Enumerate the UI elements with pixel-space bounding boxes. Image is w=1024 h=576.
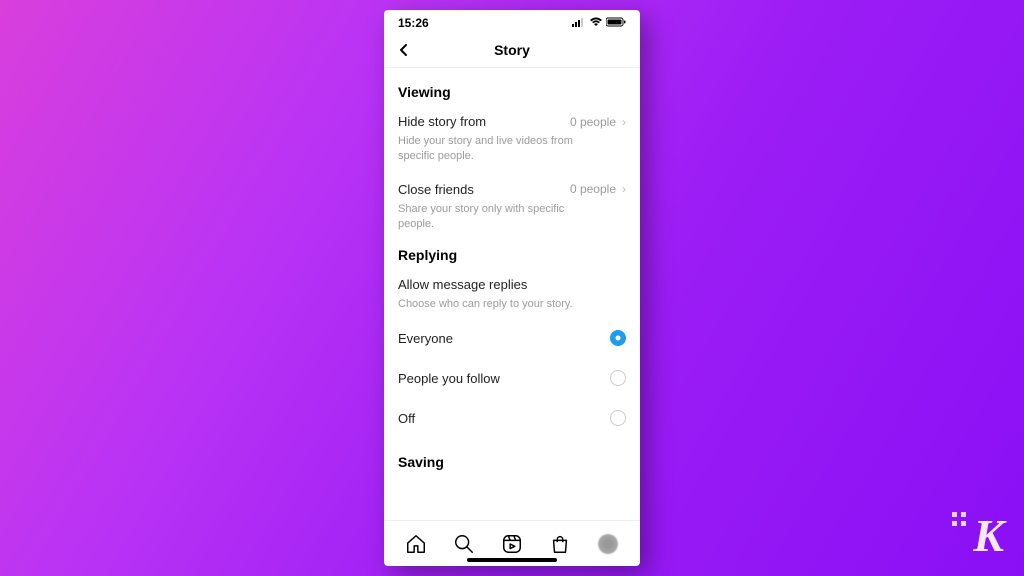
status-bar: 15:26 (384, 10, 640, 32)
radio-unselected-icon (610, 370, 626, 386)
chevron-left-icon (397, 43, 411, 57)
allow-replies-row: Allow message replies (398, 275, 626, 294)
nav-profile[interactable] (596, 532, 620, 556)
nav-home[interactable] (404, 532, 428, 556)
hide-story-row[interactable]: Hide story from 0 people › (398, 112, 626, 131)
radio-selected-icon (610, 330, 626, 346)
reply-everyone-label: Everyone (398, 331, 453, 346)
close-friends-label: Close friends (398, 182, 474, 197)
settings-content: Viewing Hide story from 0 people › Hide … (384, 68, 640, 520)
status-time: 15:26 (398, 16, 429, 30)
page-title: Story (494, 42, 530, 58)
section-saving-title: Saving (398, 454, 626, 470)
chevron-right-icon: › (622, 115, 626, 129)
reply-option-off[interactable]: Off (398, 398, 626, 438)
allow-replies-desc: Choose who can reply to your story. (398, 297, 578, 312)
battery-icon (606, 16, 626, 30)
hide-story-label: Hide story from (398, 114, 486, 129)
chevron-right-icon: › (622, 182, 626, 196)
page-header: Story (384, 32, 640, 68)
cellular-signal-icon (572, 16, 586, 30)
allow-replies-label: Allow message replies (398, 277, 527, 292)
nav-reels[interactable] (500, 532, 524, 556)
reels-icon (501, 533, 523, 555)
back-button[interactable] (392, 38, 416, 62)
phone-frame: 15:26 Story Viewing Hide story from 0 pe… (384, 10, 640, 566)
home-indicator[interactable] (467, 558, 557, 562)
hide-story-value: 0 people › (570, 115, 626, 129)
close-friends-desc: Share your story only with specific peop… (398, 202, 578, 232)
nav-search[interactable] (452, 532, 476, 556)
watermark-logo: K (973, 509, 1004, 562)
wifi-icon (589, 16, 603, 30)
avatar-icon (598, 534, 618, 554)
reply-pyf-label: People you follow (398, 371, 500, 386)
search-icon (453, 533, 475, 555)
reply-option-people-you-follow[interactable]: People you follow (398, 358, 626, 398)
section-viewing-title: Viewing (398, 84, 626, 100)
close-friends-row[interactable]: Close friends 0 people › (398, 180, 626, 199)
home-icon (405, 533, 427, 555)
status-indicators (572, 16, 626, 30)
reply-option-everyone[interactable]: Everyone (398, 318, 626, 358)
reply-off-label: Off (398, 411, 415, 426)
section-replying-title: Replying (398, 247, 626, 263)
radio-unselected-icon (610, 410, 626, 426)
close-friends-value: 0 people › (570, 182, 626, 196)
nav-shop[interactable] (548, 532, 572, 556)
watermark-dots (952, 512, 966, 526)
hide-story-desc: Hide your story and live videos from spe… (398, 134, 578, 164)
shop-icon (549, 533, 571, 555)
